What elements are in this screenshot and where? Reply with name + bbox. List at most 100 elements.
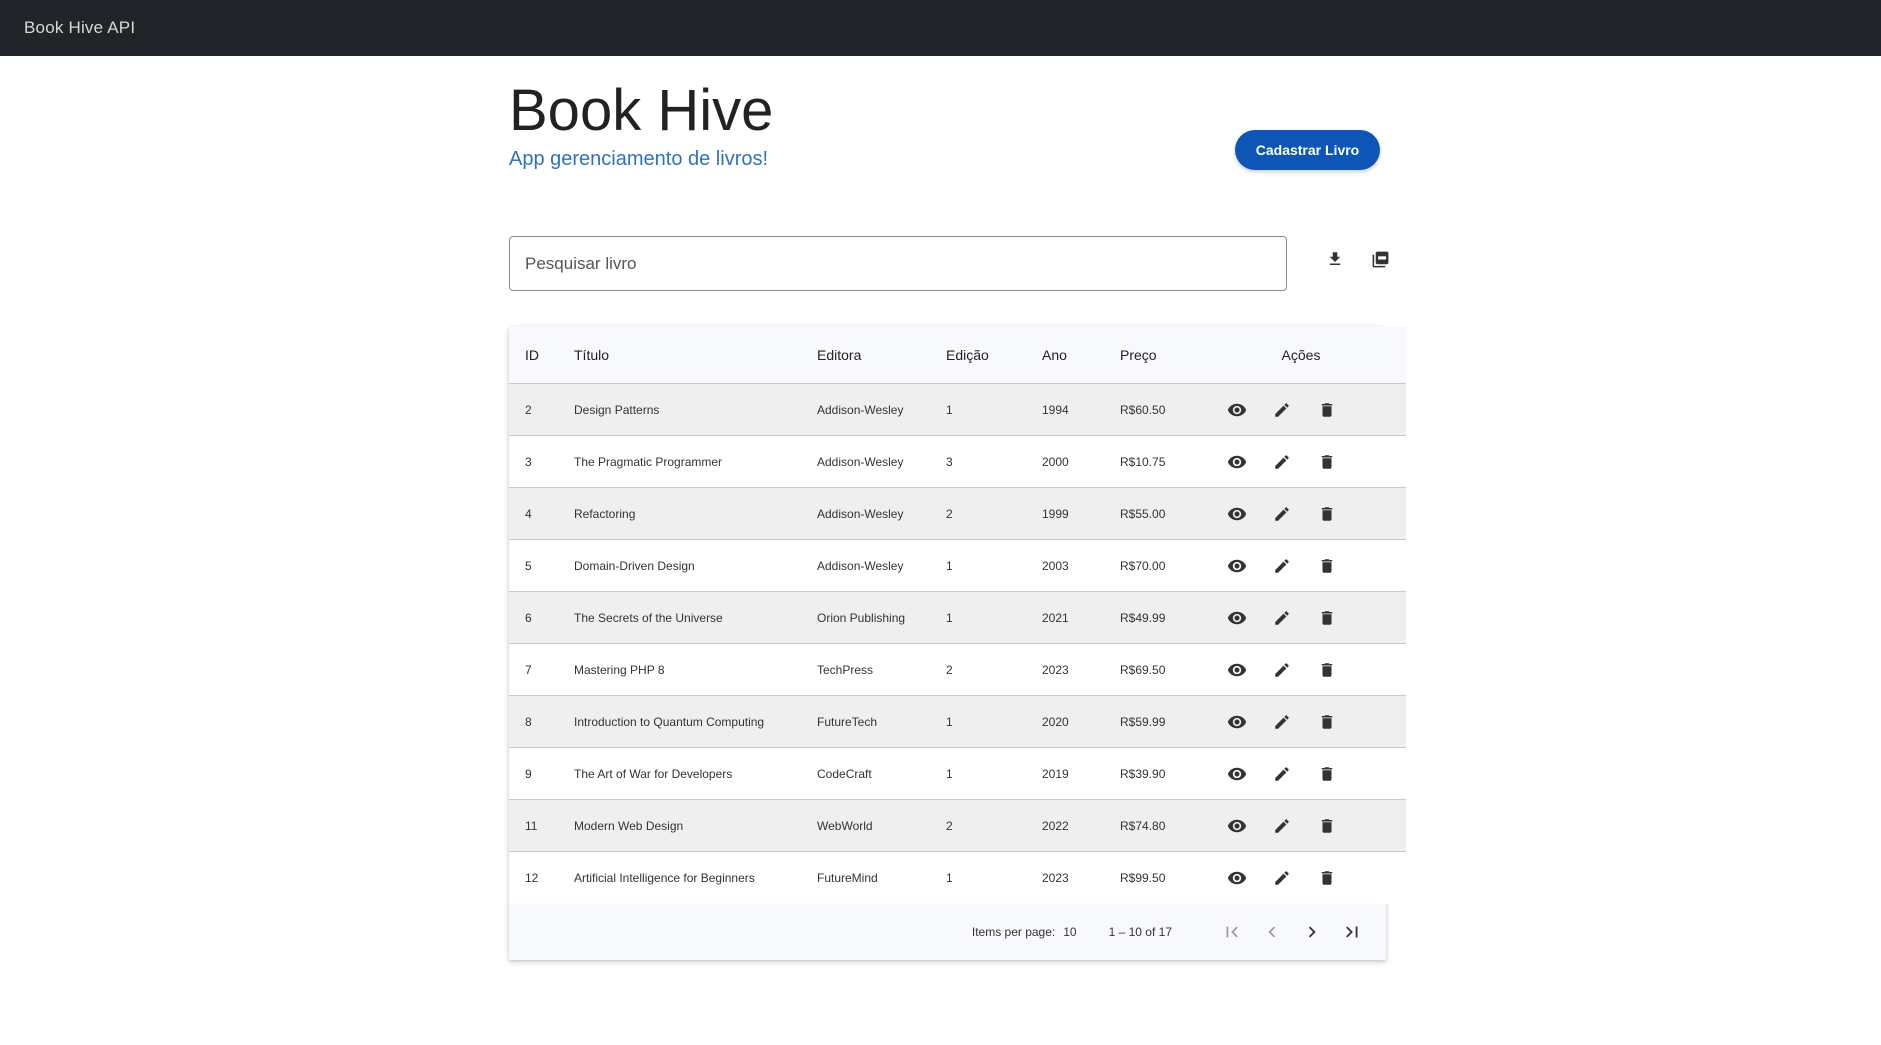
delete-icon[interactable] [1311,602,1343,634]
page-subtitle: App gerenciamento de livros! [509,148,769,170]
delete-icon[interactable] [1311,394,1343,426]
pdf-icon[interactable] [1360,239,1400,279]
register-book-button[interactable]: Cadastrar Livro [1235,130,1380,170]
page-range-label: 1 – 10 of 17 [1108,925,1172,939]
delete-icon[interactable] [1311,810,1343,842]
edit-icon[interactable] [1266,810,1298,842]
first-page-icon[interactable] [1212,912,1252,952]
view-icon[interactable] [1221,498,1253,530]
table-row: 7 Mastering PHP 8 TechPress 2 2023 R$69.50 [509,643,1406,696]
row-actions [1216,758,1406,790]
cell-id: 11 [509,799,574,852]
cell-edition: 2 [946,799,1042,852]
row-actions [1216,394,1406,426]
row-actions [1216,550,1406,582]
view-icon[interactable] [1221,758,1253,790]
edit-icon[interactable] [1266,706,1298,738]
cell-price: R$39.90 [1120,747,1216,800]
view-icon[interactable] [1221,654,1253,686]
view-icon[interactable] [1221,602,1253,634]
table-row: 12 Artificial Intelligence for Beginners F… [509,851,1406,904]
cell-price: R$10.75 [1120,435,1216,488]
cell-title: The Secrets of the Universe [574,591,817,644]
cell-id: 8 [509,695,574,748]
cell-title: Artificial Intelligence for Beginners [574,851,817,904]
cell-price: R$74.80 [1120,799,1216,852]
cell-title: Introduction to Quantum Computing [574,695,817,748]
cell-actions [1216,539,1406,592]
cell-price: R$59.99 [1120,695,1216,748]
cell-year: 2022 [1042,799,1120,852]
cell-publisher: Orion Publishing [817,591,946,644]
table-row: 11 Modern Web Design WebWorld 2 2022 R$74.80 [509,799,1406,852]
table-row: 3 The Pragmatic Programmer Addison-Wesley 3… [509,435,1406,488]
cell-id: 5 [509,539,574,592]
table-row: 2 Design Patterns Addison-Wesley 1 1994 R$60.… [509,383,1406,436]
delete-icon[interactable] [1311,498,1343,530]
download-icon[interactable] [1315,239,1355,279]
cell-year: 2020 [1042,695,1120,748]
cell-publisher: FutureTech [817,695,946,748]
cell-actions [1216,487,1406,540]
view-icon[interactable] [1221,394,1253,426]
cell-id: 2 [509,383,574,436]
view-icon[interactable] [1221,706,1253,738]
delete-icon[interactable] [1311,758,1343,790]
row-actions [1216,654,1406,686]
cell-year: 2023 [1042,643,1120,696]
cell-publisher: CodeCraft [817,747,946,800]
search-input[interactable] [509,236,1287,291]
cell-price: R$60.50 [1120,383,1216,436]
cell-publisher: Addison-Wesley [817,383,946,436]
column-header-price: Preço [1120,326,1216,384]
cell-year: 2021 [1042,591,1120,644]
items-per-page-select[interactable]: 10 [1063,925,1076,939]
cell-year: 2019 [1042,747,1120,800]
delete-icon[interactable] [1311,706,1343,738]
cell-actions [1216,591,1406,644]
edit-icon[interactable] [1266,758,1298,790]
edit-icon[interactable] [1266,498,1298,530]
delete-icon[interactable] [1311,654,1343,686]
cell-id: 4 [509,487,574,540]
cell-title: Design Patterns [574,383,817,436]
view-icon[interactable] [1221,446,1253,478]
delete-icon[interactable] [1311,862,1343,894]
edit-icon[interactable] [1266,394,1298,426]
cell-edition: 1 [946,539,1042,592]
cell-edition: 1 [946,591,1042,644]
view-icon[interactable] [1221,862,1253,894]
cell-edition: 1 [946,851,1042,904]
row-actions [1216,446,1406,478]
row-actions [1216,498,1406,530]
cell-year: 2000 [1042,435,1120,488]
edit-icon[interactable] [1266,446,1298,478]
cell-price: R$69.50 [1120,643,1216,696]
next-page-icon[interactable] [1292,912,1332,952]
edit-icon[interactable] [1266,550,1298,582]
column-header-publisher: Editora [817,326,946,384]
table-row: 4 Refactoring Addison-Wesley 2 1999 R$55.00 [509,487,1406,540]
delete-icon[interactable] [1311,550,1343,582]
cell-actions [1216,799,1406,852]
delete-icon[interactable] [1311,446,1343,478]
cell-title: Refactoring [574,487,817,540]
edit-icon[interactable] [1266,602,1298,634]
page-title: Book Hive [509,78,774,143]
view-icon[interactable] [1221,550,1253,582]
cell-edition: 1 [946,695,1042,748]
edit-icon[interactable] [1266,862,1298,894]
last-page-icon[interactable] [1332,912,1372,952]
view-icon[interactable] [1221,810,1253,842]
cell-id: 12 [509,851,574,904]
cell-actions [1216,383,1406,436]
cell-actions [1216,435,1406,488]
table-body: 2 Design Patterns Addison-Wesley 1 1994 R$60.… [509,383,1406,904]
books-table-card: ID Título Editora Edição Ano Preço Ações… [509,326,1406,960]
row-actions [1216,602,1406,634]
previous-page-icon[interactable] [1252,912,1292,952]
app-title: Book Hive API [24,18,136,37]
table-row: 9 The Art of War for Developers CodeCraft 1… [509,747,1406,800]
cell-edition: 2 [946,643,1042,696]
edit-icon[interactable] [1266,654,1298,686]
